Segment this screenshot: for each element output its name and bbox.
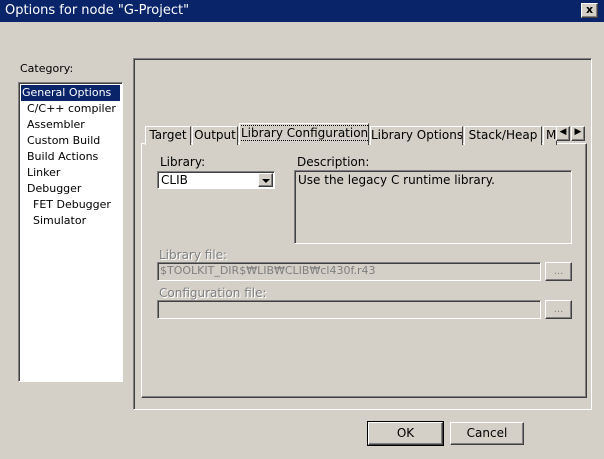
- library-file-browse-button: ...: [545, 262, 572, 281]
- library-value: CLIB: [161, 173, 188, 187]
- tab-scroll-left-button[interactable]: ◀: [556, 126, 570, 141]
- arrow-left-icon: ◀: [559, 127, 567, 137]
- description-label: Description:: [297, 155, 370, 169]
- close-button[interactable]: x: [581, 3, 598, 18]
- tab-library-configuration[interactable]: Library Configuration: [239, 123, 369, 145]
- chevron-down-icon[interactable]: [258, 173, 273, 187]
- description-box: Use the legacy C runtime library.: [294, 170, 572, 244]
- category-item-debugger[interactable]: Debugger: [27, 181, 81, 197]
- category-item-c-cpp-compiler[interactable]: C/C++ compiler: [27, 101, 116, 117]
- category-item-fet-debugger[interactable]: FET Debugger: [33, 197, 111, 213]
- category-list[interactable]: General Options C/C++ compiler Assembler…: [18, 82, 123, 382]
- configuration-file-field: [157, 300, 541, 319]
- tab-target[interactable]: Target: [145, 126, 191, 145]
- library-file-label: Library file:: [159, 248, 228, 262]
- category-item-build-actions[interactable]: Build Actions: [27, 149, 98, 165]
- tab-scroll-right-button[interactable]: ▶: [571, 126, 585, 141]
- category-item-linker[interactable]: Linker: [27, 165, 60, 181]
- library-file-field: $TOOLKIT_DIR$₩LIB₩CLIB₩cl430f.r43: [157, 262, 541, 281]
- configuration-file-label: Configuration file:: [159, 286, 267, 300]
- category-item-general-options[interactable]: General Options: [21, 85, 120, 101]
- configuration-file-browse-button: ...: [545, 300, 572, 319]
- category-item-assembler[interactable]: Assembler: [27, 117, 85, 133]
- library-file-value: $TOOLKIT_DIR$₩LIB₩CLIB₩cl430f.r43: [160, 264, 376, 277]
- tab-stack-heap[interactable]: Stack/Heap: [464, 126, 542, 145]
- ellipsis-icon: ...: [553, 266, 564, 277]
- library-label: Library:: [160, 155, 206, 169]
- ellipsis-icon: ...: [553, 304, 564, 315]
- window-title: Options for node "G-Project": [5, 3, 190, 18]
- cancel-button[interactable]: Cancel: [450, 422, 524, 445]
- category-item-simulator[interactable]: Simulator: [33, 213, 86, 229]
- arrow-right-icon: ▶: [574, 127, 582, 137]
- tab-library-options[interactable]: Library Options: [370, 126, 463, 145]
- title-bar: Options for node "G-Project" x: [0, 0, 604, 22]
- description-text: Use the legacy C runtime library.: [298, 173, 495, 187]
- close-icon: x: [585, 3, 594, 16]
- ok-button[interactable]: OK: [367, 421, 444, 446]
- tab-output[interactable]: Output: [192, 126, 238, 145]
- tab-overflow[interactable]: M: [543, 126, 557, 145]
- category-item-custom-build[interactable]: Custom Build: [27, 133, 100, 149]
- category-label: Category:: [20, 62, 74, 75]
- library-select[interactable]: CLIB: [157, 171, 275, 189]
